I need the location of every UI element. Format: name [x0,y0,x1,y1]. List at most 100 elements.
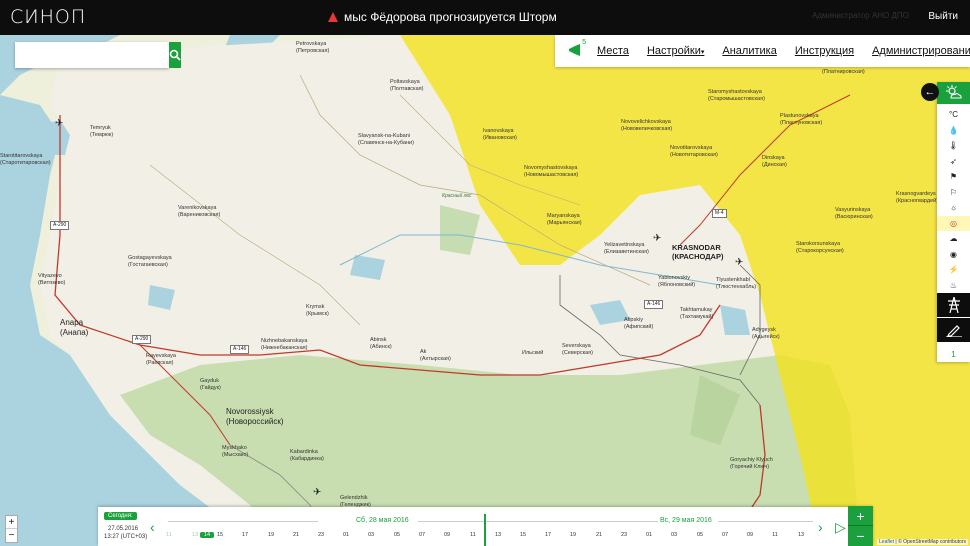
timeline-hour[interactable]: 17 [541,532,555,538]
timeline-hour[interactable]: 05 [390,532,404,538]
airport-icon: ✈ [55,118,64,129]
timeline-hour[interactable]: 23 [314,532,328,538]
airport-icon: ✈ [653,233,662,244]
thermometer-icon[interactable]: 🌡 [937,138,970,154]
timeline-hour[interactable]: 07 [718,532,732,538]
map-place: Krymsk (Крымск) [306,304,329,317]
today-time: 13:27 (UTC+03) [104,534,148,540]
temperature-icon[interactable]: °C [937,107,970,123]
map-place: Novovelichkovskaya (Нововеличковская) [621,119,673,132]
flag-icon[interactable]: ⚐ [937,185,970,201]
map-canvas[interactable]: Petrovskaya (Петровская) Poltavskaya (Полт… [0,35,970,546]
road-shield: A-146 [230,345,250,354]
map-place: Adygeysk (Адыгейск) [752,327,780,340]
sun-icon[interactable]: ☼ [937,200,970,216]
timeline-hour[interactable]: 23 [617,532,631,538]
timeline-hour[interactable]: 07 [415,532,429,538]
back-arrow-icon[interactable]: ← [921,83,939,101]
timeline-hour[interactable]: 19 [566,532,580,538]
storm-icon[interactable]: ◎ [937,215,970,231]
map-tiles [0,35,970,546]
timeline-zoom-in-button[interactable]: + [848,506,873,526]
logout-button[interactable]: Выйти [928,11,958,22]
map-place: Gayduk (Гайдук) [200,378,221,391]
map-place: Nizhnebakanskaya (Нижнебаканская) [261,338,308,351]
weather-layers-header[interactable]: ← [921,82,970,104]
wind-icon[interactable]: ➶ [937,154,970,170]
timeline-hour[interactable]: 11 [466,532,480,538]
timeline-hour[interactable]: 17 [238,532,252,538]
nav-settings-label: Настройки [646,45,701,57]
fire-icon[interactable]: ♨ [937,278,970,294]
wind-gust-icon[interactable]: ⚑ [937,169,970,185]
visibility-icon[interactable]: ◉ [937,247,970,263]
map-place: Rayevskaya (Раевская) [146,353,176,366]
power-line-button[interactable] [937,293,970,317]
timeline-hour[interactable]: 05 [693,532,707,538]
search-icon [169,49,181,61]
map-place: KRASNODAR (КРАСНОДАР) [672,243,724,261]
timeline-hour[interactable]: 01 [339,532,353,538]
road-shield: M-4 [712,209,727,218]
timeline: Сегодня: 27.05.2016 13:27 (UTC+03) ‹ Сб,… [98,507,873,546]
timeline-hour[interactable]: 11 [768,532,782,538]
user-name: Администратор АНО ДПО [812,11,909,20]
search-input[interactable] [15,42,169,68]
top-bar: СИНОП мыс Фёдорова прогнозируется Шторм … [0,0,970,35]
map-place: Kabardinka (Кабардинка) [290,449,324,462]
timeline-zoom-out-button[interactable]: − [848,526,873,546]
timeline-hour[interactable]: 09 [743,532,757,538]
timeline-hour[interactable]: 03 [667,532,681,538]
zoom-in-button[interactable]: + [6,516,17,529]
nav-administration[interactable]: Администрирование [872,45,970,57]
timeline-hour[interactable]: 01 [642,532,656,538]
nav-instructions[interactable]: Инструкция [795,45,854,57]
storm-alert[interactable]: мыс Фёдорова прогнозируется Шторм [328,10,557,24]
notifications-button[interactable]: 5 [567,39,586,60]
road-shield: A-290 [50,221,70,230]
draw-button[interactable] [937,318,970,342]
map-place: Abinsk (Абинск) [370,337,392,350]
zoom-out-button[interactable]: − [6,529,17,542]
day-divider [168,521,318,522]
map-place: Tlyustenkhabl (Тлюстенхабль) [716,277,757,290]
day-divider [418,521,658,522]
timeline-hour[interactable]: 09 [440,532,454,538]
map-zoom-control: + − [5,515,18,543]
timeline-next-button[interactable]: › [818,519,823,535]
timeline-hour-current[interactable]: 14 [200,532,214,538]
map-place: Plastunovskaya (Пластуновская) [780,113,823,126]
nav-analytics[interactable]: Аналитика [722,45,776,57]
pencil-icon [945,325,962,337]
timeline-hour[interactable]: 03 [364,532,378,538]
lightning-icon[interactable]: ⚡ [937,262,970,278]
map-place: Novotitarovskaya (Новотитаровская) [670,145,718,158]
humidity-icon[interactable]: 💧 [937,123,970,139]
nav-places[interactable]: Места [597,45,629,57]
timeline-hour[interactable]: 13 [491,532,505,538]
map-place: Gostagayevskaya (Гостагаевская) [128,255,172,268]
map-place: Varenikovskaya (Варениковская) [178,205,221,218]
timeline-hour[interactable]: 21 [592,532,606,538]
chevron-down-icon: ▾ [700,49,705,56]
map-place: Severskaya (Северская) [562,343,593,356]
app-logo[interactable]: СИНОП [10,6,86,28]
nav-settings[interactable]: Настройки▾ [647,45,704,57]
timeline-hour[interactable]: 15 [516,532,530,538]
timeline-hour[interactable]: 21 [289,532,303,538]
cloud-icon[interactable]: ☁ [937,231,970,247]
timeline-cursor[interactable] [484,514,486,546]
timeline-hour[interactable]: 15 [213,532,227,538]
timeline-hour[interactable]: 19 [264,532,278,538]
timeline-prev-button[interactable]: ‹ [150,519,155,535]
map-place: Starokorsunskaya (Старокорсунская) [796,241,844,254]
play-icon[interactable]: ▷ [835,519,846,536]
map-place: Yablonovskiy (Яблоновский) [658,275,696,288]
timeline-hour[interactable]: 11 [162,532,176,538]
notification-count: 5 [582,39,586,46]
map-attribution: Leaflet | © OpenStreetMap contributors [877,539,968,545]
leaflet-link[interactable]: Leaflet [879,539,894,545]
search-button[interactable] [169,42,181,68]
map-place: Afipskiy (Афипский) [624,317,654,330]
timeline-hour[interactable]: 13 [794,532,808,538]
